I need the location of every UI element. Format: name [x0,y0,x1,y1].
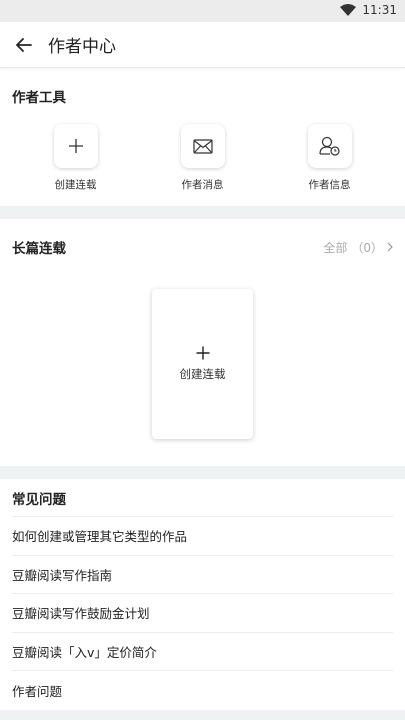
faq-section: 常见问题 如何创建或管理其它类型的作品 豆瓣阅读写作指南 豆瓣阅读写作鼓励金计划… [0,479,405,710]
faq-item[interactable]: 豆瓣阅读「入v」定价简介 [12,633,393,671]
all-serials-label: 全部 [323,240,348,255]
app-bar: 作者中心 [0,22,405,68]
section-divider [0,466,405,479]
tool-author-messages-box[interactable] [180,124,225,168]
faq-item[interactable]: 作者问题 [12,671,393,710]
wifi-icon [340,4,357,16]
bottom-divider [0,710,405,720]
chevron-right-icon [387,242,393,252]
tool-create-serial[interactable]: 创建连载 [12,124,139,192]
author-tools-title: 作者工具 [12,90,66,106]
long-serial-section: 长篇连载 全部 （0） 创建连载 [0,219,405,466]
plus-icon [68,139,83,153]
back-button[interactable] [0,22,48,68]
faq-item[interactable]: 豆瓣阅读写作鼓励金计划 [12,594,393,633]
section-divider [0,206,405,219]
tool-author-info-box[interactable] [307,124,352,168]
tool-create-serial-label: 创建连载 [54,179,97,191]
page-title: 作者中心 [48,37,116,57]
long-serial-title: 长篇连载 [12,241,66,257]
envelope-icon [192,138,213,154]
all-serials-link[interactable]: 全部 （0） [323,239,393,256]
status-time: 11:31 [362,3,397,17]
tool-author-messages[interactable]: 作者消息 [139,124,266,192]
create-serial-label: 创建连载 [179,367,226,381]
tool-author-messages-label: 作者消息 [181,179,224,191]
faq-item[interactable]: 如何创建或管理其它类型的作品 [12,517,393,556]
all-serials-count: （0） [351,240,383,255]
arrow-left-icon [16,37,32,52]
author-tools-row: 创建连载 作者消息 作者信息 [12,124,393,192]
faq-title: 常见问题 [12,492,66,508]
tool-author-info[interactable]: 作者信息 [266,124,393,192]
create-serial-card[interactable]: 创建连载 [152,289,253,439]
long-serial-header: 长篇连载 全部 （0） [12,237,393,257]
faq-header: 常见问题 [12,479,393,517]
status-bar: 11:31 [0,0,405,22]
author-tools-section: 作者工具 创建连载 作者消息 作者信息 [0,68,405,206]
faq-item[interactable]: 豆瓣阅读写作指南 [12,556,393,594]
plus-icon [196,346,209,360]
user-clock-icon [318,136,340,156]
status-icons: 11:31 [340,3,397,17]
tool-author-info-label: 作者信息 [308,179,351,191]
tool-create-serial-box[interactable] [53,124,98,168]
